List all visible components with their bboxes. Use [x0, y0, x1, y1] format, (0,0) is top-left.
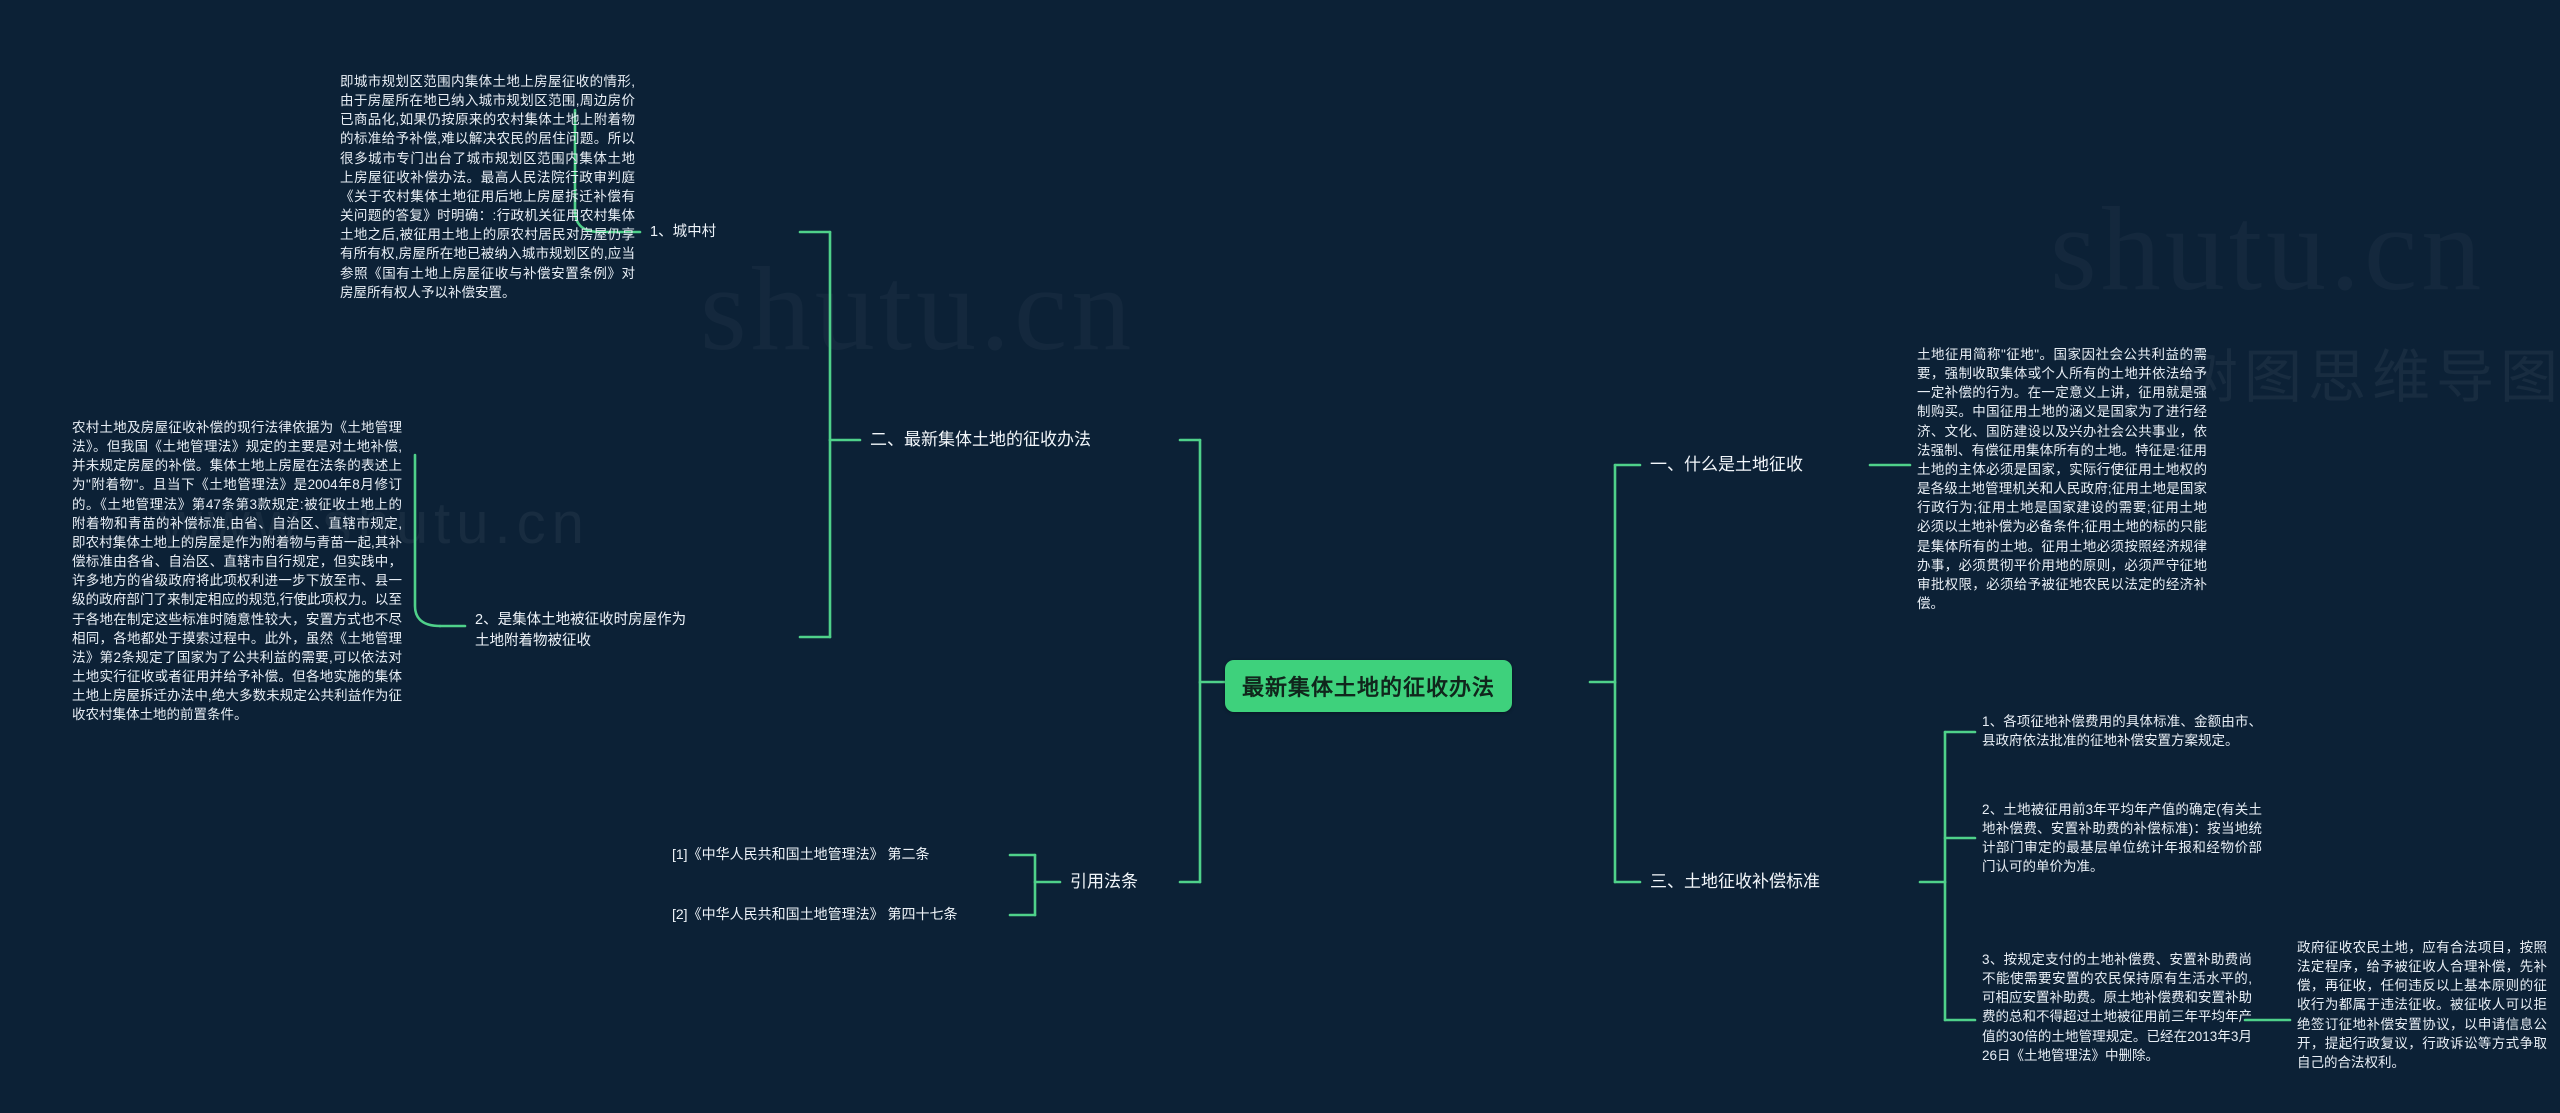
branch-label-tudi-zhengshou-buchang-biaozhun[interactable]: 三、土地征收补偿标准 — [1650, 870, 1820, 894]
leaf-text-buchang-biaozhun-1: 1、各项征地补偿费用的具体标准、金额由市、县政府依法批准的征地补偿安置方案规定。 — [1982, 714, 2262, 749]
branch-label-yinyong-fatiao[interactable]: 引用法条 — [1070, 870, 1138, 894]
leaf-text-tudi-zhengyong-dingyi: 土地征用简称"征地"。国家因社会公共利益的需要，强制收取集体或个人所有的土地并依… — [1917, 347, 2207, 612]
branch-label-shenme-shi-tudi-zhengshou[interactable]: 一、什么是土地征收 — [1650, 453, 1803, 477]
leaf-text-chengzhongcun-detail: 即城市规划区范围内集体土地上房屋征收的情形,由于房屋所在地已纳入城市规划区范围,… — [340, 74, 635, 300]
sub-label-chengzhongcun[interactable]: 1、城中村 — [650, 222, 716, 243]
citation-item-1[interactable]: [1]《中华人民共和国土地管理法》 第二条 — [672, 845, 929, 865]
sub-label-fangwu-fuzhuowu[interactable]: 2、是集体土地被征收时房屋作为土地附着物被征收 — [475, 610, 700, 651]
citation-item-2[interactable]: [2]《中华人民共和国土地管理法》 第四十七条 — [672, 905, 1002, 925]
watermark-left: shutu.cn — [700, 240, 1135, 378]
watermark-small-right: 树图思维导图 — [2180, 345, 2560, 410]
mindmap-canvas: shutu.cn shutu.cn www.shutu.cn 树图思维导图 — [0, 0, 2560, 1113]
leaf-text-fangwu-fuzhuowu-detail: 农村土地及房屋征收补偿的现行法律依据为《土地管理法》。但我国《土地管理法》规定的… — [72, 420, 402, 723]
root-node[interactable]: 最新集体土地的征收办法 — [1225, 660, 1513, 712]
branch-label-zuixin-zhengshou[interactable]: 二、最新集体土地的征收办法 — [870, 428, 1091, 452]
watermark-right: shutu.cn — [2050, 180, 2485, 318]
leaf-text-zhengfu-zhengshou-yuanze: 政府征收农民土地，应有合法项目，按照法定程序，给予被征收人合理补偿，先补偿，再征… — [2297, 940, 2547, 1070]
leaf-text-buchang-biaozhun-3: 3、按规定支付的土地补偿费、安置补助费尚不能使需要安置的农民保持原有生活水平的,… — [1982, 952, 2252, 1063]
leaf-text-buchang-biaozhun-2: 2、土地被征用前3年平均年产值的确定(有关土地补偿费、安置补助费的补偿标准)：按… — [1982, 802, 2262, 875]
